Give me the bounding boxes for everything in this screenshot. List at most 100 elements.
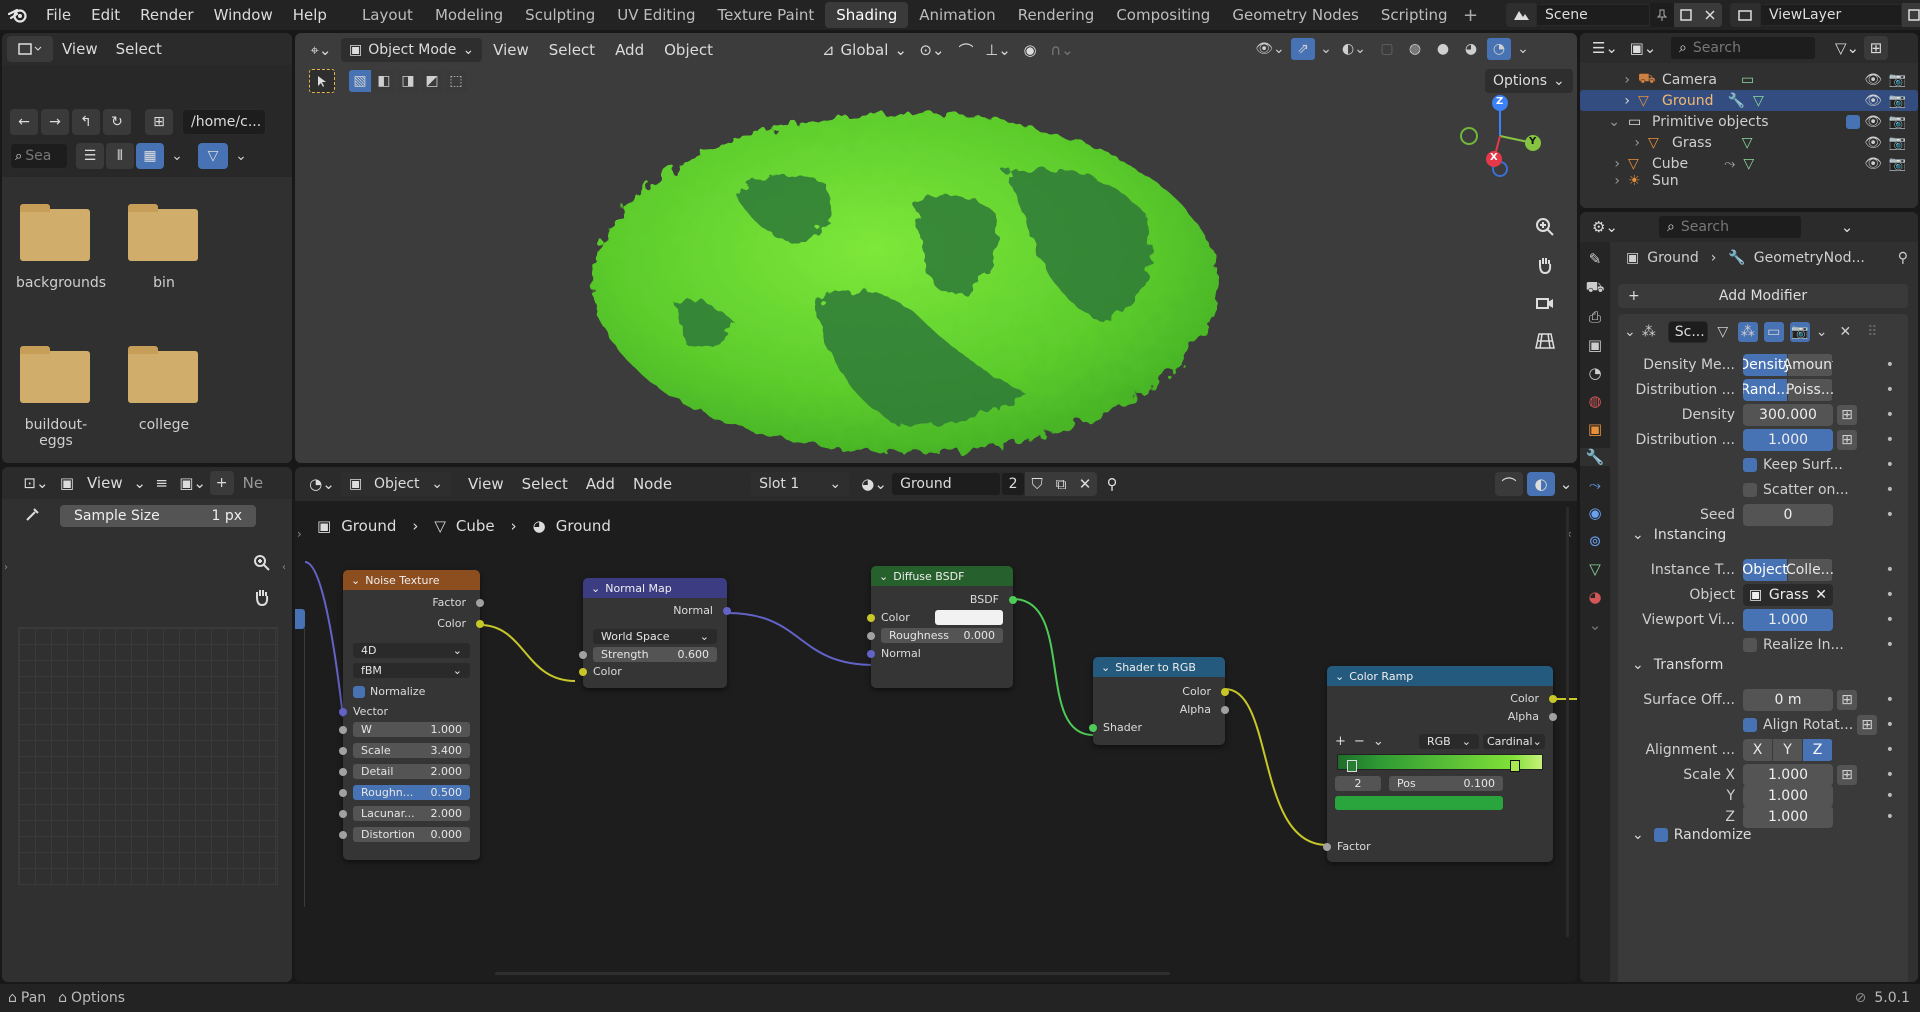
space-dropdown[interactable]: World Space ⌄ [593,629,717,644]
object-tab-icon[interactable]: ▣ [1588,420,1602,438]
view-layer-tab-icon[interactable]: ▣ [1588,336,1602,354]
node-header[interactable]: ⌄ Color Ramp [1327,666,1553,686]
ramp-menu-chevron-icon[interactable]: ⌄ [1373,734,1384,749]
tab-sculpting[interactable]: Sculpting [514,2,606,28]
modifier-menu-chevron-icon[interactable]: ⌄ [1816,324,1828,340]
filter-chevron-icon[interactable]: ⌄ [230,143,252,169]
node-header[interactable]: ⌄ Normal Map [583,578,727,598]
path-field[interactable]: /home/c... [182,109,266,135]
render-camera-icon[interactable]: 📷 [1889,93,1906,109]
add-workspace-icon[interactable]: + [1459,5,1483,26]
drag-handle-icon[interactable]: ⠿ [1867,324,1877,340]
output-color-socket[interactable] [1221,688,1229,696]
modifier-name-field[interactable]: Sc... [1667,321,1708,343]
camera-view-icon[interactable] [1531,289,1559,317]
folder-item[interactable]: buildout-eggs [8,346,104,449]
vp-menu-select[interactable]: Select [540,41,604,59]
render-camera-icon[interactable]: 📷 [1889,135,1906,151]
menu-window[interactable]: Window [204,6,283,24]
shader-to-rgb-node[interactable]: ⌄ Shader to RGB Color Alpha Shader [1089,657,1229,745]
keyframe-dot-icon[interactable]: • [1886,637,1894,653]
stop-color-swatch[interactable] [1335,796,1503,810]
outliner-item-primitive-objects[interactable]: ⌄ ▭ Primitive objects 👁 📷 [1580,111,1918,132]
pivot-icon[interactable]: ⊙⌄ [915,41,949,59]
outliner-search-input[interactable]: ⌕ Search [1670,36,1816,60]
new-viewlayer-icon[interactable] [1902,3,1920,27]
tab-modeling[interactable]: Modeling [424,2,514,28]
tab-uv-editing[interactable]: UV Editing [606,2,706,28]
eyedropper-icon[interactable] [24,505,42,523]
viewport-visibility-field[interactable]: 1.000 [1743,608,1833,631]
instance-object-field[interactable]: ▣ Grass ✕ [1743,583,1833,606]
sample-size-field[interactable]: Sample Size 1 px [60,505,256,527]
render-camera-icon[interactable]: 📷 [1889,72,1906,88]
noise-field-5[interactable]: Distortion 0.000 [353,827,470,842]
output-alpha-socket[interactable] [1549,713,1557,721]
noise-field-3[interactable]: Roughn... 0.500 [353,785,470,800]
select-invert-icon[interactable]: ◩ [421,70,443,92]
tab-compositing[interactable]: Compositing [1105,2,1221,28]
viewport-panel[interactable]: ⌖⌄ ▣ Object Mode ⌄ View Select Add Object … [295,33,1577,463]
animate-keyframe-icon[interactable]: ⊞ [1837,404,1857,425]
display-mode-icon[interactable]: ▣⌄ [1624,39,1662,57]
noise-texture-node[interactable]: ⌄ Noise Texture Factor Color 4D ⌄ fBM ⌄ Nor… [339,570,484,860]
select-new-icon[interactable]: ▧ [349,70,371,92]
output-color-socket[interactable] [476,620,484,628]
density-field[interactable]: 300.000 [1743,403,1833,426]
render-tab-icon[interactable]: ⛟ [1586,278,1605,298]
options-dropdown[interactable]: Options ⌄ [1485,69,1573,93]
noise-field-4[interactable]: Lacunar... 2.000 [353,806,470,821]
viewlayer-name-field[interactable]: ViewLayer [1760,4,1902,26]
particles-tab-icon[interactable]: ⤳ [1589,476,1601,494]
keyframe-dot-icon[interactable]: • [1886,742,1894,758]
keyframe-dot-icon[interactable]: • [1886,809,1894,825]
add-stop-icon[interactable]: + [1335,734,1346,749]
noise-field-1[interactable]: Scale 3.400 [353,743,470,758]
keyframe-dot-icon[interactable]: • [1886,482,1894,498]
menu-render[interactable]: Render [130,6,203,24]
properties-options-chevron-icon[interactable]: ⌄ [1834,218,1860,236]
instancing-section[interactable]: ⌄ Instancing [1632,527,1726,543]
output-bsdf-socket[interactable] [1009,596,1017,604]
keyframe-dot-icon[interactable]: • [1886,407,1894,423]
edit-mode-icon[interactable]: ▽ [1714,324,1732,340]
render-camera-icon[interactable]: 📷 [1889,156,1906,172]
alignment-axis-toggle[interactable]: XYZ [1743,738,1833,761]
input-strength-socket[interactable] [579,651,587,659]
transform-section[interactable]: ⌄ Transform [1632,657,1723,673]
eye-icon[interactable]: 👁 [1864,114,1882,130]
keyframe-dot-icon[interactable]: • [1886,767,1894,783]
menu-edit[interactable]: Edit [81,6,130,24]
filter-icon[interactable]: ▽ [198,143,228,169]
scale-z-field[interactable]: 1.000 [1743,805,1833,828]
randomize-section[interactable]: ⌄ Randomize [1632,827,1752,843]
align-rotation-checkbox[interactable] [1743,717,1757,732]
fb-menu-view[interactable]: View [53,40,107,58]
tab-layout[interactable]: Layout [351,2,424,28]
new-folder-icon[interactable]: ⊞ [145,109,173,135]
diffuse-bsdf-node[interactable]: ⌄ Diffuse BSDF BSDF Color Roughness 0.000 … [867,566,1017,688]
horizontal-scrollbar[interactable] [495,972,1170,975]
animate-keyframe-icon[interactable]: ⊞ [1837,429,1857,450]
remove-stop-icon[interactable]: − [1354,734,1365,749]
input-socket[interactable] [339,726,347,734]
pin-icon[interactable]: ⚲ [1898,250,1908,266]
input-color-socket[interactable] [579,668,587,676]
node-header[interactable]: ⌄ Noise Texture [343,570,480,590]
scene-tab-icon[interactable]: ◔ [1588,364,1601,382]
render-display-icon[interactable]: 📷 [1789,322,1810,342]
filter-icon[interactable]: ▽⌄ [1830,39,1864,57]
sidebar-toggle-icon[interactable]: › [4,562,8,573]
scene-name-field[interactable]: Scene [1536,4,1650,26]
folder-item[interactable]: college [124,346,204,433]
properties-editor-type-icon[interactable]: ⚙⌄ [1586,218,1624,236]
snap-target-icon[interactable]: ⊥⌄ [983,41,1013,59]
editor-type-icon[interactable] [7,36,53,62]
select-subtract-icon[interactable]: ◨ [397,70,419,92]
node-header[interactable]: ⌄ Diffuse BSDF [871,566,1013,586]
noise-field-0[interactable]: W 1.000 [353,722,470,737]
pin-icon[interactable] [1650,3,1674,27]
distribution-amount-field[interactable]: 1.000 [1743,428,1833,451]
shading-chevron-icon[interactable]: ⌄ [1515,41,1531,57]
material-shading-icon[interactable]: ◕ [1459,41,1483,57]
